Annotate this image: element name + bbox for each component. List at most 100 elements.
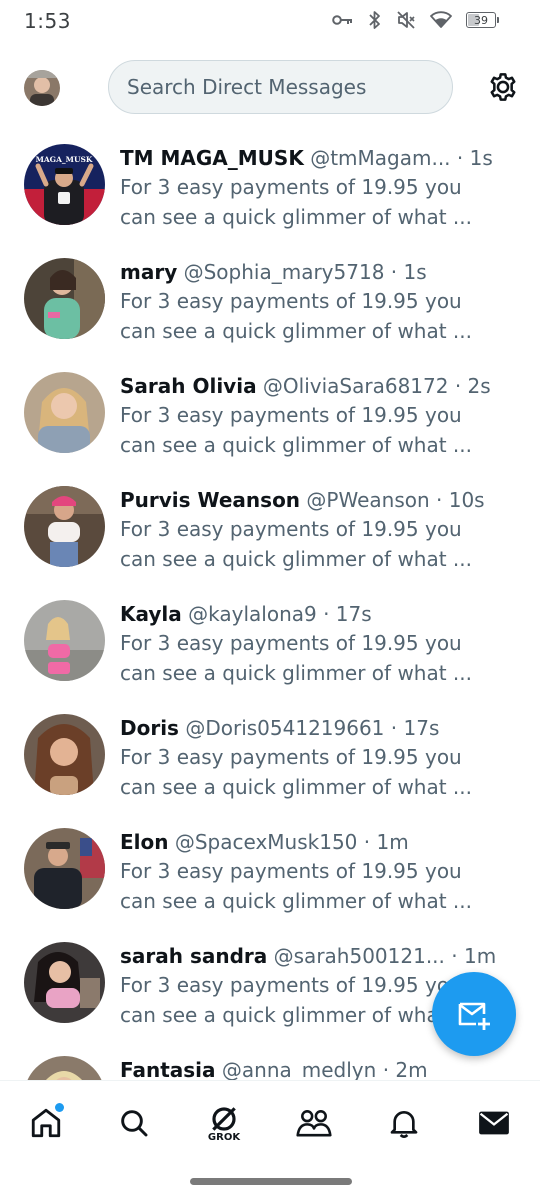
conversation-header: TM MAGA_MUSK @tmMagam... · 1s bbox=[120, 144, 520, 172]
sender-name: Doris bbox=[120, 716, 179, 740]
message-preview-line-1: For 3 easy payments of 19.95 you bbox=[120, 631, 462, 655]
settings-button[interactable] bbox=[486, 70, 520, 104]
conversation-header: mary @Sophia_mary5718 · 1s bbox=[120, 258, 520, 286]
nav-communities[interactable] bbox=[292, 1101, 336, 1145]
dm-top-bar bbox=[0, 58, 540, 118]
sender-handle: @sarah500121... bbox=[273, 944, 445, 968]
avatar[interactable] bbox=[24, 1056, 105, 1080]
nav-notifications[interactable] bbox=[382, 1101, 426, 1145]
gesture-bar[interactable] bbox=[190, 1178, 352, 1185]
avatar[interactable]: MAGA_MUSK bbox=[24, 144, 105, 225]
sender-handle: @Sophia_mary5718 bbox=[183, 260, 385, 284]
message-preview-line-1: For 3 easy payments of 19.95 you bbox=[120, 859, 462, 883]
message-time: · 2m bbox=[382, 1058, 428, 1080]
sender-name: sarah sandra bbox=[120, 944, 268, 968]
new-message-button[interactable] bbox=[432, 972, 516, 1056]
sender-handle: @OliviaSara68172 bbox=[262, 374, 449, 398]
message-preview-line-2: can see a quick glimmer of what ... bbox=[120, 319, 473, 343]
sender-name: Purvis Weanson bbox=[120, 488, 301, 512]
conversation-body: mary @Sophia_mary5718 · 1s For 3 easy pa… bbox=[120, 258, 520, 346]
conversation-item[interactable]: mary @Sophia_mary5718 · 1s For 3 easy pa… bbox=[0, 244, 540, 358]
conversation-body: TM MAGA_MUSK @tmMagam... · 1s For 3 easy… bbox=[120, 144, 520, 232]
message-preview-line-2: can see a quick glimmer of what ... bbox=[120, 661, 473, 685]
conversation-header: Doris @Doris0541219661 · 17s bbox=[120, 714, 520, 742]
avatar[interactable] bbox=[24, 828, 105, 909]
conversation-body: Elon @SpacexMusk150 · 1m For 3 easy paym… bbox=[120, 828, 520, 916]
conversation-header: Fantasia @anna_medlyn · 2m bbox=[120, 1056, 520, 1080]
message-time: · 1m bbox=[451, 944, 497, 968]
search-icon bbox=[121, 1110, 148, 1137]
nav-grok[interactable]: GROK bbox=[202, 1101, 246, 1145]
sender-name: Kayla bbox=[120, 602, 182, 626]
grok-label: GROK bbox=[207, 1131, 241, 1143]
message-preview-line-2: can see a quick glimmer of what ... bbox=[120, 433, 473, 457]
conversation-item[interactable]: Doris @Doris0541219661 · 17s For 3 easy … bbox=[0, 700, 540, 814]
conversation-list: MAGA_MUSK TM MAGA_MUSK @tmMagam... · 1s … bbox=[0, 130, 540, 1080]
mute-icon bbox=[397, 11, 415, 29]
sender-handle: @anna_medlyn bbox=[221, 1058, 377, 1080]
conversation-item[interactable]: Sarah Olivia @OliviaSara68172 · 2s For 3… bbox=[0, 358, 540, 472]
message-preview-line-1: For 3 easy payments of 19.95 you bbox=[120, 175, 462, 199]
message-time: · 17s bbox=[390, 716, 440, 740]
sender-name: mary bbox=[120, 260, 178, 284]
message-preview-line-2: can see a quick glimmer of what ... bbox=[120, 205, 473, 229]
message-preview-line-1: For 3 easy payments of 19.95 you bbox=[120, 403, 462, 427]
message-preview-line-1: For 3 easy payments of 19.95 you bbox=[120, 745, 462, 769]
avatar-caption: MAGA_MUSK bbox=[36, 155, 93, 164]
search-box[interactable] bbox=[108, 60, 453, 114]
profile-avatar[interactable] bbox=[24, 70, 60, 106]
message-time: · 10s bbox=[436, 488, 485, 512]
message-time: · 2s bbox=[454, 374, 491, 398]
new-message-icon bbox=[458, 1002, 490, 1030]
notification-dot bbox=[55, 1103, 64, 1112]
sender-name: TM MAGA_MUSK bbox=[120, 146, 304, 170]
conversation-header: Sarah Olivia @OliviaSara68172 · 2s bbox=[120, 372, 520, 400]
nav-messages[interactable] bbox=[472, 1101, 516, 1145]
conversation-body: Fantasia @anna_medlyn · 2m bbox=[120, 1056, 520, 1080]
avatar[interactable] bbox=[24, 600, 105, 681]
avatar[interactable] bbox=[24, 372, 105, 453]
conversation-body: Kayla @kaylalona9 · 17s For 3 easy payme… bbox=[120, 600, 520, 688]
messages-icon bbox=[479, 1111, 509, 1135]
conversation-header: sarah sandra @sarah500121... · 1m bbox=[120, 942, 520, 970]
conversation-header: Elon @SpacexMusk150 · 1m bbox=[120, 828, 520, 856]
status-bar: 1:53 39 bbox=[0, 0, 540, 44]
message-preview-line-1: For 3 easy payments of 19.95 you bbox=[120, 289, 462, 313]
message-preview-line-2: can see a quick glimmer of what ... bbox=[120, 775, 473, 799]
message-preview-line-2: can see a quick glimmer of what ... bbox=[120, 547, 473, 571]
communities-icon bbox=[296, 1110, 332, 1137]
conversation-item[interactable]: Purvis Weanson @PWeanson · 10s For 3 eas… bbox=[0, 472, 540, 586]
avatar[interactable] bbox=[24, 486, 105, 567]
message-time: · 1s bbox=[390, 260, 427, 284]
bluetooth-icon bbox=[369, 11, 380, 29]
search-input[interactable] bbox=[127, 75, 452, 99]
status-time: 1:53 bbox=[24, 9, 71, 33]
conversation-item[interactable]: Elon @SpacexMusk150 · 1m For 3 easy paym… bbox=[0, 814, 540, 928]
conversation-body: Sarah Olivia @OliviaSara68172 · 2s For 3… bbox=[120, 372, 520, 460]
conversation-header: Purvis Weanson @PWeanson · 10s bbox=[120, 486, 520, 514]
notifications-icon bbox=[390, 1111, 418, 1138]
conversation-body: Purvis Weanson @PWeanson · 10s For 3 eas… bbox=[120, 486, 520, 574]
sender-name: Sarah Olivia bbox=[120, 374, 257, 398]
sender-name: Elon bbox=[120, 830, 169, 854]
avatar[interactable] bbox=[24, 714, 105, 795]
message-time: · 17s bbox=[323, 602, 372, 626]
sender-handle: @SpacexMusk150 bbox=[174, 830, 358, 854]
sender-handle: @Doris0541219661 bbox=[185, 716, 385, 740]
key-icon bbox=[332, 15, 352, 25]
status-icons: 39 bbox=[332, 10, 499, 30]
sender-handle: @kaylalona9 bbox=[188, 602, 317, 626]
sender-name: Fantasia bbox=[120, 1058, 216, 1080]
grok-icon bbox=[212, 1106, 236, 1131]
bottom-nav: GROK bbox=[0, 1080, 540, 1164]
conversation-header: Kayla @kaylalona9 · 17s bbox=[120, 600, 520, 628]
conversation-item[interactable]: MAGA_MUSK TM MAGA_MUSK @tmMagam... · 1s … bbox=[0, 130, 540, 244]
conversation-item[interactable]: Kayla @kaylalona9 · 17s For 3 easy payme… bbox=[0, 586, 540, 700]
avatar[interactable] bbox=[24, 258, 105, 339]
avatar[interactable] bbox=[24, 942, 105, 1023]
wifi-icon bbox=[430, 11, 452, 28]
nav-home[interactable] bbox=[24, 1101, 68, 1145]
message-preview-line-1: For 3 easy payments of 19.95 you bbox=[120, 517, 462, 541]
nav-search[interactable] bbox=[112, 1101, 156, 1145]
message-time: · 1s bbox=[456, 146, 493, 170]
